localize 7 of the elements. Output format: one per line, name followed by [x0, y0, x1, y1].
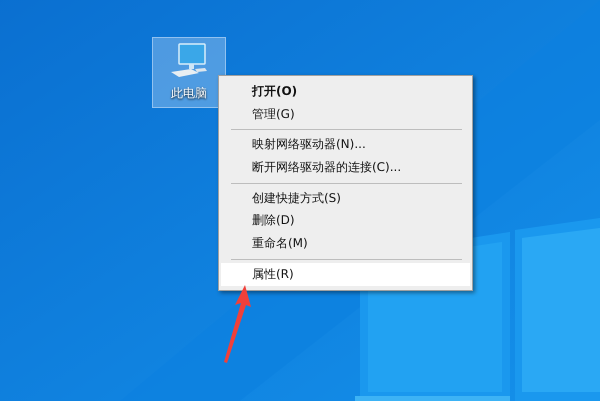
- menu-item[interactable]: 映射网络驱动器(N)...: [221, 133, 470, 156]
- icon-label: 此电脑: [171, 85, 207, 102]
- menu-item[interactable]: 重命名(M): [221, 232, 470, 255]
- menu-item[interactable]: 删除(D): [221, 209, 470, 232]
- menu-item[interactable]: 属性(R): [221, 262, 470, 286]
- menu-item[interactable]: 断开网络驱动器的连接(C)...: [221, 156, 470, 179]
- menu-item[interactable]: 创建快捷方式(S): [221, 186, 470, 210]
